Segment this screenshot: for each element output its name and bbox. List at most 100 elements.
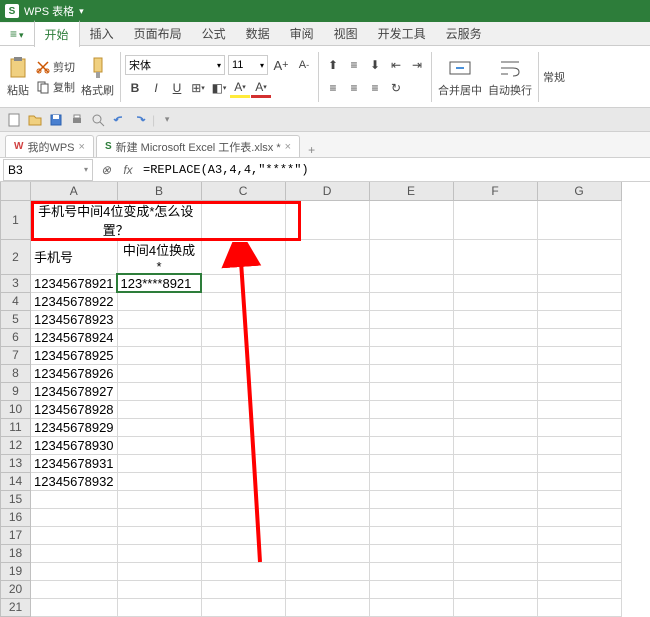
align-top-button[interactable]: ⬆ [323, 55, 343, 75]
fx-button[interactable]: fx [118, 160, 138, 180]
cell-A5[interactable]: 12345678923 [31, 310, 118, 328]
cell-E1[interactable] [369, 200, 453, 239]
cell-G16[interactable] [537, 508, 621, 526]
cell-A13[interactable]: 12345678931 [31, 454, 118, 472]
cell-B3[interactable]: 123****8921 [117, 274, 201, 292]
cell-G15[interactable] [537, 490, 621, 508]
cell-A15[interactable] [31, 490, 118, 508]
cell-G10[interactable] [537, 400, 621, 418]
cell-E7[interactable] [369, 346, 453, 364]
tab-excel[interactable]: S 新建 Microsoft Excel 工作表.xlsx * × [96, 135, 300, 157]
cell-F16[interactable] [453, 508, 537, 526]
cell-F7[interactable] [453, 346, 537, 364]
cell-B2[interactable]: 中间4位换成* [117, 239, 201, 274]
cell-F14[interactable] [453, 472, 537, 490]
italic-button[interactable]: I [146, 78, 166, 98]
cell-D2[interactable] [285, 239, 369, 274]
menu-review[interactable]: 审阅 [280, 21, 324, 46]
cell-F13[interactable] [453, 454, 537, 472]
cell-A14[interactable]: 12345678932 [31, 472, 118, 490]
cell-E5[interactable] [369, 310, 453, 328]
row-header-16[interactable]: 16 [1, 508, 31, 526]
row-header-13[interactable]: 13 [1, 454, 31, 472]
row-header-20[interactable]: 20 [1, 580, 31, 598]
cell-E13[interactable] [369, 454, 453, 472]
menu-insert[interactable]: 插入 [80, 21, 124, 46]
cell-F18[interactable] [453, 544, 537, 562]
print-button[interactable] [68, 111, 86, 129]
cell-D11[interactable] [285, 418, 369, 436]
cell-F17[interactable] [453, 526, 537, 544]
cell-B5[interactable] [117, 310, 201, 328]
col-header-G[interactable]: G [537, 182, 621, 200]
cell-B21[interactable] [117, 598, 201, 616]
cell-C11[interactable] [201, 418, 285, 436]
cell-F9[interactable] [453, 382, 537, 400]
cell-B9[interactable] [117, 382, 201, 400]
cell-A20[interactable] [31, 580, 118, 598]
col-header-F[interactable]: F [453, 182, 537, 200]
qat-dropdown[interactable]: ▾ [158, 111, 176, 129]
cell-C16[interactable] [201, 508, 285, 526]
font-size-select[interactable]: 11 ▾ [228, 55, 268, 75]
indent-right-button[interactable]: ⇥ [407, 55, 427, 75]
copy-button[interactable]: 复制 [34, 78, 77, 96]
cell-D6[interactable] [285, 328, 369, 346]
menu-cloud[interactable]: 云服务 [436, 21, 492, 46]
formula-input[interactable]: =REPLACE(A3,4,4,"****") [138, 163, 650, 177]
cell-C1[interactable] [201, 200, 285, 239]
cell-E21[interactable] [369, 598, 453, 616]
cell-D3[interactable] [285, 274, 369, 292]
orientation-button[interactable]: ↻ [386, 78, 406, 98]
select-all-corner[interactable] [1, 182, 31, 200]
cell-F19[interactable] [453, 562, 537, 580]
cell-E10[interactable] [369, 400, 453, 418]
cell-A17[interactable] [31, 526, 118, 544]
cell-D20[interactable] [285, 580, 369, 598]
font-name-select[interactable]: 宋体 ▾ [125, 55, 225, 75]
cell-F6[interactable] [453, 328, 537, 346]
cell-F11[interactable] [453, 418, 537, 436]
align-left-button[interactable]: ≡ [323, 78, 343, 98]
cell-C13[interactable] [201, 454, 285, 472]
cell-D18[interactable] [285, 544, 369, 562]
cell-G6[interactable] [537, 328, 621, 346]
cell-E11[interactable] [369, 418, 453, 436]
col-header-E[interactable]: E [369, 182, 453, 200]
menu-dev[interactable]: 开发工具 [368, 21, 436, 46]
cell-G9[interactable] [537, 382, 621, 400]
row-header-14[interactable]: 14 [1, 472, 31, 490]
cell-D13[interactable] [285, 454, 369, 472]
cell-D19[interactable] [285, 562, 369, 580]
cell-F10[interactable] [453, 400, 537, 418]
cell-F5[interactable] [453, 310, 537, 328]
cell-G1[interactable] [537, 200, 621, 239]
indent-left-button[interactable]: ⇤ [386, 55, 406, 75]
cell-A3[interactable]: 12345678921 [31, 274, 118, 292]
cell-G20[interactable] [537, 580, 621, 598]
cell-B16[interactable] [117, 508, 201, 526]
highlight-button[interactable]: A▾ [230, 78, 250, 98]
row-header-9[interactable]: 9 [1, 382, 31, 400]
cell-C5[interactable] [201, 310, 285, 328]
cell-B13[interactable] [117, 454, 201, 472]
cell-F8[interactable] [453, 364, 537, 382]
name-box[interactable]: B3 ▾ [3, 159, 93, 181]
row-header-4[interactable]: 4 [1, 292, 31, 310]
cell-C2[interactable] [201, 239, 285, 274]
row-header-8[interactable]: 8 [1, 364, 31, 382]
cell-E16[interactable] [369, 508, 453, 526]
spreadsheet-grid[interactable]: ABCDEFG1手机号中间4位变成*怎么设置？2手机号中间4位换成*312345… [0, 182, 650, 617]
cell-G11[interactable] [537, 418, 621, 436]
format-painter-button[interactable]: 格式刷 [79, 54, 116, 100]
decrease-font-button[interactable]: A- [294, 55, 314, 75]
row-header-10[interactable]: 10 [1, 400, 31, 418]
cell-A7[interactable]: 12345678925 [31, 346, 118, 364]
add-tab-button[interactable]: + [302, 143, 321, 157]
new-button[interactable] [5, 111, 23, 129]
cell-B4[interactable] [117, 292, 201, 310]
row-header-7[interactable]: 7 [1, 346, 31, 364]
cell-E2[interactable] [369, 239, 453, 274]
cell-A18[interactable] [31, 544, 118, 562]
cell-A2[interactable]: 手机号 [31, 239, 118, 274]
